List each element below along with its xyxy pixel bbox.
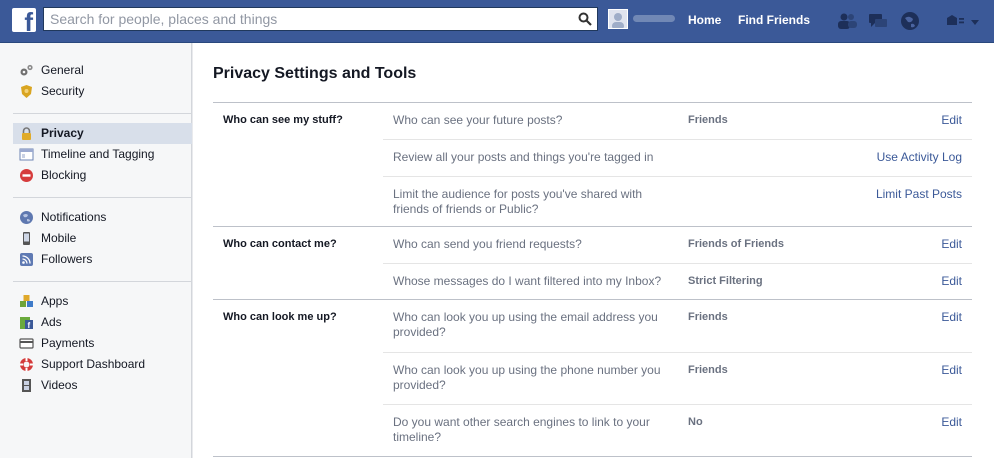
setting-question: Who can look you up using the email addr… — [393, 310, 658, 339]
sidebar-divider — [13, 197, 192, 198]
globe-icon — [20, 211, 33, 224]
section-title: Who can contact me? — [223, 238, 337, 250]
limit-past-posts-link[interactable]: Limit Past Posts — [876, 187, 962, 202]
edit-link[interactable]: Edit — [941, 274, 962, 289]
section-title: Who can look me up? — [223, 311, 337, 323]
sidebar-item-privacy[interactable]: Privacy — [13, 123, 192, 144]
sidebar-item-mobile[interactable]: Mobile — [13, 228, 192, 249]
payments-icon — [19, 338, 34, 349]
page-title: Privacy Settings and Tools — [213, 65, 417, 82]
setting-value: Friends — [688, 114, 728, 126]
avatar[interactable] — [608, 9, 628, 29]
svg-text:f: f — [28, 321, 31, 330]
settings-sidebar: General Security Privacy Timeline and Ta… — [0, 43, 192, 458]
setting-question: Who can look you up using the phone numb… — [393, 363, 661, 392]
settings-row: Who can look you up using the phone numb… — [383, 352, 972, 404]
sidebar-item-label: Security — [41, 84, 85, 98]
sidebar-item-label: Ads — [41, 315, 62, 329]
sidebar-item-payments[interactable]: Payments — [13, 333, 192, 354]
ads-icon: f — [20, 317, 33, 330]
setting-question: Limit the audience for posts you've shar… — [393, 187, 643, 216]
settings-row: Do you want other search engines to link… — [383, 404, 972, 456]
edit-link[interactable]: Edit — [941, 415, 962, 430]
edit-link[interactable]: Edit — [941, 363, 962, 378]
settings-row: Who can see your future posts? Friends E… — [383, 103, 972, 139]
film-strip-icon — [22, 379, 31, 392]
lifebuoy-icon — [20, 358, 33, 371]
timeline-icon — [19, 148, 34, 161]
sidebar-item-ads[interactable]: f Ads — [13, 312, 192, 333]
sidebar-item-label: Mobile — [41, 231, 77, 245]
default-avatar-icon — [612, 13, 624, 28]
settings-row: Review all your posts and things you're … — [383, 139, 972, 176]
shield-badge-icon — [21, 85, 32, 98]
blocking-icon — [20, 169, 33, 182]
settings-row: Who can send you friend requests? Friend… — [383, 227, 972, 263]
nav-home-link[interactable]: Home — [688, 13, 721, 27]
nav-find-friends-link[interactable]: Find Friends — [738, 13, 810, 27]
sidebar-item-followers[interactable]: Followers — [13, 249, 192, 270]
setting-question: Who can see your future posts? — [393, 113, 563, 127]
top-navigation-bar: f Home Find Friends — [0, 0, 994, 43]
mobile-phone-icon — [23, 232, 30, 245]
use-activity-log-link[interactable]: Use Activity Log — [877, 150, 962, 165]
settings-section-who-can-see: Who can see my stuff? Who can see your f… — [213, 102, 972, 227]
sidebar-item-label: Support Dashboard — [41, 357, 146, 371]
sidebar-item-blocking[interactable]: Blocking — [13, 165, 192, 186]
search-icon[interactable] — [578, 12, 592, 26]
sidebar-item-label: Blocking — [41, 168, 87, 182]
friend-requests-icon[interactable] — [836, 10, 858, 32]
apps-cubes-icon — [20, 295, 33, 307]
sidebar-item-label: General — [41, 63, 84, 77]
settings-row: Who can look you up using the email addr… — [383, 300, 972, 351]
sidebar-item-notifications[interactable]: Notifications — [13, 207, 192, 228]
setting-question: Whose messages do I want filtered into m… — [393, 274, 662, 288]
sidebar-item-videos[interactable]: Videos — [13, 375, 192, 396]
sidebar-item-label: Notifications — [41, 210, 107, 224]
sidebar-item-timeline-and-tagging[interactable]: Timeline and Tagging — [13, 144, 192, 165]
settings-section-who-can-contact: Who can contact me? Who can send you fri… — [213, 226, 972, 299]
section-title: Who can see my stuff? — [223, 114, 343, 126]
sidebar-item-label: Apps — [41, 294, 69, 308]
sidebar-item-security[interactable]: Security — [13, 81, 192, 102]
setting-value: Friends of Friends — [688, 238, 784, 250]
sidebar-item-label: Videos — [41, 378, 78, 392]
privacy-settings-panel: Privacy Settings and Tools Who can see m… — [193, 43, 994, 458]
edit-link[interactable]: Edit — [941, 113, 962, 128]
setting-question: Who can send you friend requests? — [393, 237, 582, 251]
setting-value: Friends — [688, 364, 728, 376]
privacy-shortcuts-icon[interactable] — [944, 10, 966, 32]
sidebar-item-general[interactable]: General — [13, 60, 192, 81]
setting-value: No — [688, 416, 703, 428]
settings-row: Limit the audience for posts you've shar… — [383, 176, 972, 227]
sidebar-item-label: Timeline and Tagging — [41, 147, 155, 161]
edit-link[interactable]: Edit — [941, 310, 962, 325]
search-input[interactable] — [44, 8, 576, 30]
setting-value: Strict Filtering — [688, 275, 763, 287]
sidebar-divider — [13, 281, 192, 282]
search-box[interactable] — [43, 7, 598, 31]
sidebar-item-support-dashboard[interactable]: Support Dashboard — [13, 354, 192, 375]
sidebar-divider — [13, 113, 192, 114]
settings-row: Whose messages do I want filtered into m… — [383, 263, 972, 300]
setting-question: Do you want other search engines to link… — [393, 415, 650, 444]
lock-icon — [22, 127, 31, 140]
facebook-logo-icon[interactable]: f — [12, 8, 36, 35]
messages-icon[interactable] — [867, 10, 889, 32]
sidebar-item-apps[interactable]: Apps — [13, 291, 192, 312]
setting-question: Review all your posts and things you're … — [393, 150, 654, 164]
settings-section-who-can-look-up: Who can look me up? Who can look you up … — [213, 299, 972, 457]
gears-icon — [20, 64, 33, 76]
chevron-down-icon[interactable] — [968, 10, 982, 32]
notifications-globe-icon[interactable] — [899, 10, 921, 32]
sidebar-item-label: Followers — [41, 252, 93, 266]
sidebar-item-label: Privacy — [41, 126, 84, 140]
edit-link[interactable]: Edit — [941, 237, 962, 252]
setting-value: Friends — [688, 311, 728, 323]
sidebar-item-label: Payments — [41, 336, 95, 350]
rss-icon — [20, 253, 33, 266]
username-redacted[interactable] — [633, 15, 675, 22]
